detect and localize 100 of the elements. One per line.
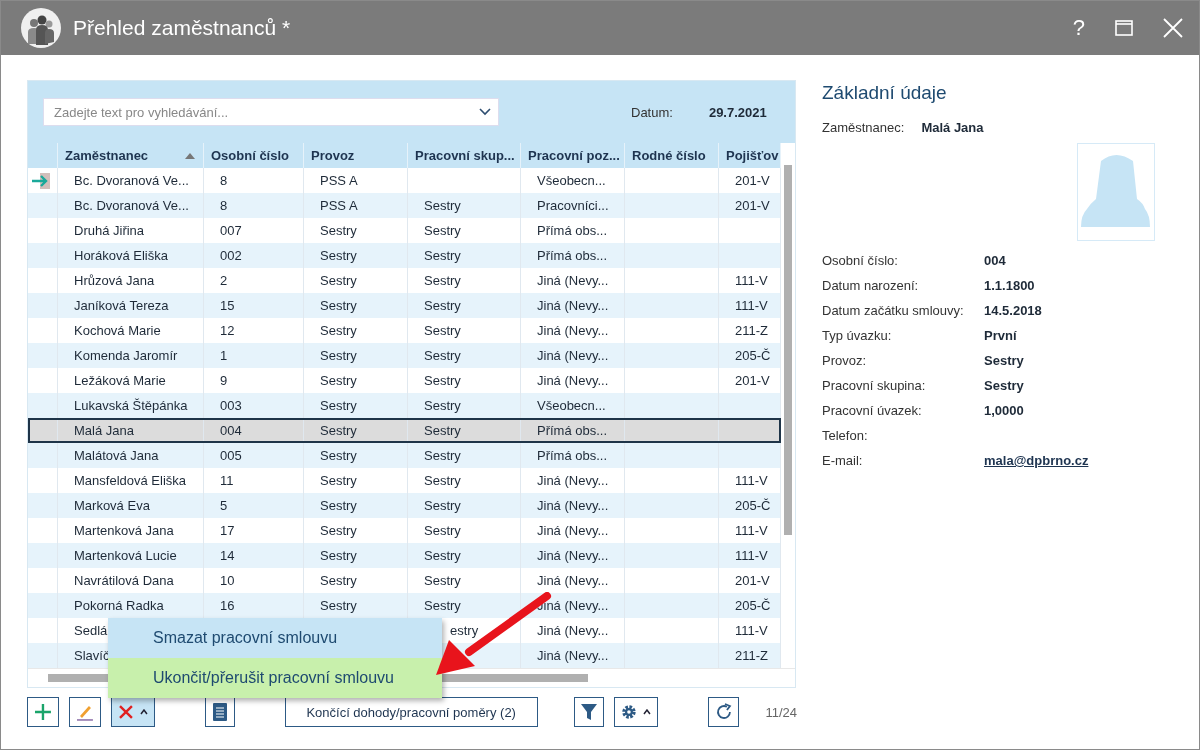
table-cell: Sestry	[424, 598, 461, 613]
table-cell: 002	[220, 248, 242, 263]
table-cell: Sestry	[424, 423, 461, 438]
table-cell: 14	[220, 548, 235, 563]
field-label: Pracovní úvazek:	[822, 403, 923, 418]
table-cell: 5	[220, 498, 228, 513]
table-cell: Martenková Lucie	[74, 548, 177, 563]
table-cell: Jiná (Nevy...	[537, 498, 609, 513]
table-cell: Sestry	[320, 373, 357, 388]
table-cell: Sestry	[320, 248, 357, 263]
table-cell: Sedlá	[74, 623, 108, 638]
table-cell: 8	[220, 198, 228, 213]
table-cell: 111-V	[735, 523, 768, 538]
field-value: 14.5.2018	[984, 303, 1042, 318]
table-cell: 007	[220, 223, 242, 238]
table-cell: 9	[220, 373, 228, 388]
table-cell: Jiná (Nevy...	[537, 348, 609, 363]
field-value: 1,0000	[984, 403, 1024, 418]
table-cell: Pracovníci...	[537, 198, 609, 213]
table-cell: Slavíč	[74, 648, 110, 663]
table-cell: 8	[220, 173, 228, 188]
table-cell: Sestry	[320, 423, 357, 438]
table-cell: Jiná (Nevy...	[537, 523, 609, 538]
field-label: Zaměstnanec:	[822, 120, 905, 135]
table-cell: Sestry	[424, 448, 461, 463]
table-cell: 111-V	[735, 473, 768, 488]
table-cell: Malá Jana	[74, 423, 134, 438]
table-cell: Sestry	[424, 298, 461, 313]
table-cell: Lukavská Štěpánka	[74, 398, 188, 413]
table-cell: Horáková Eliška	[74, 248, 168, 263]
table-cell: Sestry	[320, 398, 357, 413]
table-cell: Přímá obs...	[537, 223, 608, 238]
table-cell: Kochová Marie	[74, 323, 161, 338]
table-cell: 2	[220, 273, 228, 288]
table-cell: Druhá Jiřina	[74, 223, 145, 238]
section-title: Základní údaje	[822, 82, 948, 104]
window-title: Přehled zaměstnanců *	[73, 16, 291, 40]
table-cell: Malátová Jana	[74, 448, 159, 463]
field-label: Datum začátku smlouvy:	[822, 303, 965, 318]
field-label: Provoz:	[822, 353, 868, 368]
table-cell: Jiná (Nevy...	[537, 323, 609, 338]
table-cell: Ležáková Marie	[74, 373, 166, 388]
table-cell: Bc. Dvoranová Ve...	[74, 173, 189, 188]
table-cell: Sestry	[320, 298, 357, 313]
table-cell: Mansfeldová Eliška	[74, 473, 186, 488]
table-cell: Sestry	[424, 223, 461, 238]
field-value: Malá Jana	[921, 120, 984, 135]
table-cell: Pokorná Radka	[74, 598, 164, 613]
table-cell: Jiná (Nevy...	[537, 298, 609, 313]
table-cell: 005	[220, 448, 242, 463]
table-cell: Všeobecn...	[537, 398, 606, 413]
table-cell: Hrůzová Jana	[74, 273, 155, 288]
table-cell: Jiná (Nevy...	[537, 623, 609, 638]
table-cell: Sestry	[424, 523, 461, 538]
table-cell: PSS A	[320, 173, 358, 188]
table-cell: Sestry	[320, 348, 357, 363]
table-cell: Všeobecn...	[537, 173, 606, 188]
table-cell: Jiná (Nevy...	[537, 473, 609, 488]
table-cell: 201-V	[735, 173, 770, 188]
table-cell: Bc. Dvoranová Ve...	[74, 198, 189, 213]
table-cell: 003	[220, 398, 242, 413]
table-cell: Janíková Tereza	[74, 298, 169, 313]
table-cell: 16	[220, 598, 235, 613]
table-cell: 211-Z	[735, 648, 768, 663]
table-cell: Sestry	[320, 498, 357, 513]
field-value: Sestry	[984, 378, 1024, 393]
table-cell: Sestry	[424, 548, 461, 563]
table-cell: 201-V	[735, 573, 770, 588]
table-cell: 17	[220, 523, 235, 538]
table-cell: Sestry	[320, 573, 357, 588]
table-cell: 111-V	[735, 298, 768, 313]
table-cell: Martenková Jana	[74, 523, 174, 538]
field-label: Datum narození:	[822, 278, 920, 293]
table-cell: Marková Eva	[74, 498, 150, 513]
table-cell: Jiná (Nevy...	[537, 373, 609, 388]
table-cell: Jiná (Nevy...	[537, 573, 609, 588]
field-value: Sestry	[984, 353, 1024, 368]
table-cell: Sestry	[424, 373, 461, 388]
table-cell: Sestry	[424, 248, 461, 263]
table-cell: Sestry	[424, 323, 461, 338]
table-cell: Sestry	[424, 348, 461, 363]
table-cell: Sestry	[424, 473, 461, 488]
table-cell: Přímá obs...	[537, 423, 608, 438]
table-cell: 11	[220, 473, 234, 488]
table-cell: Komenda Jaromír	[74, 348, 178, 363]
table-cell: Sestry	[320, 473, 357, 488]
table-cell: Sestry	[320, 323, 357, 338]
table-cell: 15	[220, 298, 235, 313]
table-cell: Přímá obs...	[537, 448, 608, 463]
table-cell: 205-Č	[735, 498, 771, 513]
table-cell: Sestry	[424, 198, 461, 213]
table-cell: Sestry	[320, 598, 357, 613]
table-cell: 111-V	[735, 623, 768, 638]
table-cell: Jiná (Nevy...	[537, 548, 609, 563]
table-cell: 201-V	[735, 198, 770, 213]
date-label: Datum:	[631, 104, 673, 120]
field-value: 004	[984, 253, 1006, 268]
table-cell: Sestry	[320, 273, 357, 288]
table-cell: 111-V	[735, 548, 768, 563]
record-counter: 11/24	[765, 704, 797, 720]
